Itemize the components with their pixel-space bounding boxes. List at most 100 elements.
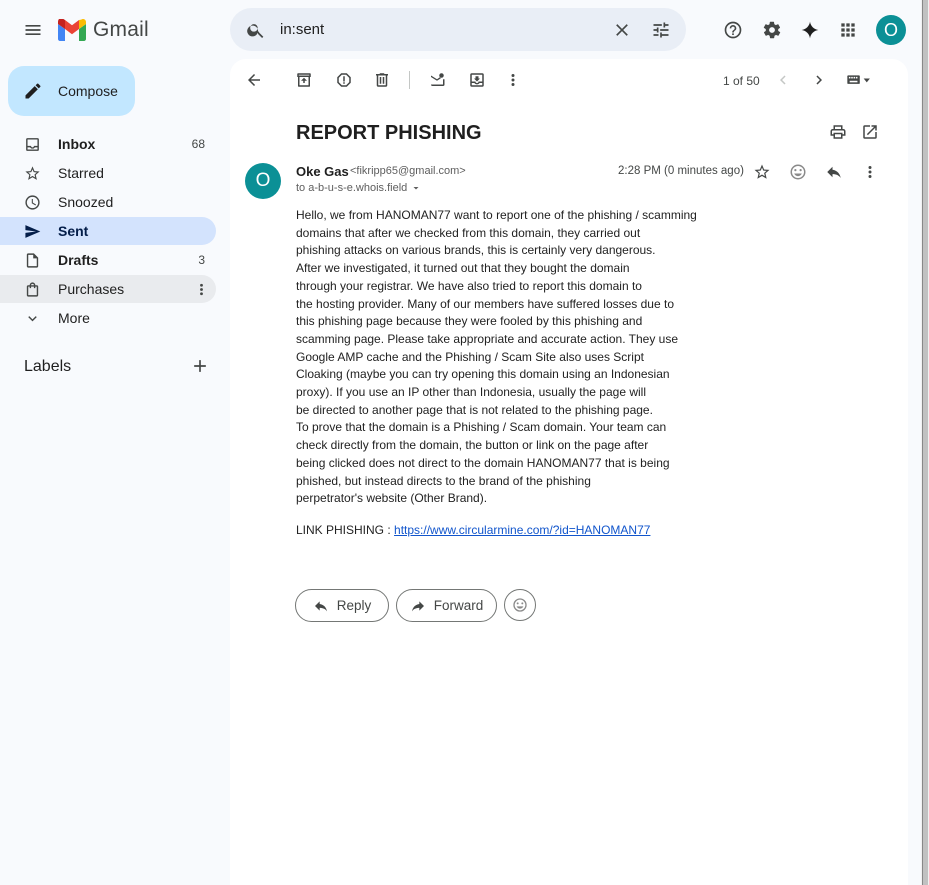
tune-icon <box>653 22 669 38</box>
newer-button[interactable] <box>765 60 801 100</box>
chevron-right-icon <box>816 75 822 85</box>
sidebar-item-drafts[interactable]: Drafts 3 <box>0 246 216 274</box>
forward-pill-button[interactable]: Forward <box>396 589 497 622</box>
gmail-logo[interactable]: Gmail <box>58 18 149 42</box>
forward-label: Forward <box>433 598 484 613</box>
search-options-button[interactable] <box>641 10 681 50</box>
shopping-bag-icon <box>26 281 39 297</box>
email-subject: REPORT PHISHING <box>296 122 482 144</box>
plus-icon <box>194 360 206 372</box>
input-tools-button[interactable] <box>841 60 877 100</box>
create-label-button[interactable] <box>180 346 220 386</box>
labels-heading: Labels <box>24 358 72 375</box>
add-to-tasks-button[interactable] <box>459 60 495 100</box>
reply-icon <box>314 600 327 611</box>
sidebar-item-label: Sent <box>58 223 89 239</box>
sidebar-item-purchases[interactable]: Purchases <box>0 275 216 303</box>
emoji-icon <box>790 164 806 180</box>
hamburger-menu-icon <box>25 25 41 35</box>
sender-avatar[interactable]: O <box>245 163 281 199</box>
app-title: Gmail <box>93 18 149 41</box>
sidebar-item-snoozed[interactable]: Snoozed <box>0 188 216 216</box>
body-line: Cloaking (maybe you can try opening this… <box>296 367 670 382</box>
page-scrollbar[interactable] <box>921 0 929 885</box>
sidebar-item-label: Snoozed <box>58 194 114 210</box>
account-avatar[interactable]: O <box>876 15 906 45</box>
google-apps-button[interactable] <box>828 10 868 50</box>
scrollbar-thumb[interactable] <box>922 0 928 885</box>
sidebar-item-sent[interactable]: Sent <box>0 217 216 245</box>
reply-button[interactable] <box>816 152 852 192</box>
archive-icon <box>297 73 311 87</box>
clear-search-button[interactable] <box>602 10 642 50</box>
delete-button[interactable] <box>364 60 400 100</box>
pencil-icon <box>25 83 41 99</box>
inbox-icon <box>26 137 39 151</box>
older-button[interactable] <box>801 60 837 100</box>
star-button[interactable] <box>744 152 780 192</box>
sidebar-item-more[interactable]: More <box>0 304 216 332</box>
support-button[interactable] <box>713 10 753 50</box>
message-view: 1 of 50 REPORT PHISHING O Oke Gas <fikri… <box>230 59 908 885</box>
link-prefix: LINK PHISHING : <box>296 523 395 537</box>
compose-label: Compose <box>58 83 118 99</box>
compose-button[interactable]: Compose <box>8 66 135 116</box>
phishing-link[interactable]: https://www.circularmine.com/?id=HANOMAN… <box>394 523 650 537</box>
sidebar-item-inbox[interactable]: Inbox 68 <box>0 130 216 158</box>
star-icon <box>25 165 40 180</box>
reply-pill-button[interactable]: Reply <box>295 589 389 622</box>
mark-email-unread-icon <box>431 73 445 86</box>
close-icon <box>616 24 628 36</box>
apps-grid-icon <box>841 23 855 37</box>
arrow-back-icon <box>248 74 260 86</box>
more-vert-icon[interactable] <box>193 281 210 298</box>
message-more-button[interactable] <box>852 152 888 192</box>
body-line: this phishing page because they were foo… <box>296 314 643 329</box>
search-input[interactable] <box>280 8 600 51</box>
body-line: scamming page. Please take appropriate a… <box>296 331 679 346</box>
sparkle-icon <box>801 21 819 39</box>
print-button[interactable] <box>820 113 856 151</box>
recipient-details[interactable]: to a-b-u-s-e.whois.field <box>296 182 422 194</box>
search-button[interactable] <box>236 10 276 50</box>
add-reaction-button[interactable] <box>780 152 816 192</box>
body-line: phishing attacks on various brands, this… <box>296 243 656 258</box>
pagination-text: 1 of 50 <box>723 74 760 88</box>
timestamp: 2:28 PM (0 minutes ago) <box>618 165 744 177</box>
settings-button[interactable] <box>752 10 792 50</box>
mark-unread-button[interactable] <box>419 60 455 100</box>
unread-count: 68 <box>191 137 205 151</box>
sidebar-item-label: Purchases <box>58 281 125 297</box>
body-line: the hosting provider. Many of our member… <box>296 296 674 311</box>
gemini-button[interactable] <box>790 10 830 50</box>
reply-icon <box>827 166 841 178</box>
emoji-reaction-button[interactable] <box>504 589 536 621</box>
report-icon <box>337 73 351 87</box>
recipient-line: to a-b-u-s-e.whois.field <box>296 182 408 194</box>
main-menu-button[interactable] <box>13 10 53 50</box>
sidebar-item-label: Inbox <box>58 136 96 152</box>
more-vert-icon <box>868 166 872 178</box>
sender-name[interactable]: Oke Gas <box>296 164 349 179</box>
forward-icon <box>411 600 424 611</box>
body-line: Google AMP cache and the Phishing / Scam… <box>296 349 644 364</box>
gmail-m-icon <box>58 19 86 41</box>
chevron-left-icon <box>780 75 786 85</box>
body-line: through your registrar. We have also tri… <box>296 278 642 293</box>
report-spam-button[interactable] <box>326 60 362 100</box>
archive-button[interactable] <box>286 60 322 100</box>
search-bar[interactable] <box>230 8 686 51</box>
body-line: Hello, we from HANOMAN77 want to report … <box>296 208 697 222</box>
open-in-new-icon <box>863 125 877 139</box>
sidebar-item-label: More <box>58 310 90 326</box>
back-button[interactable] <box>236 60 272 100</box>
open-new-window-button[interactable] <box>852 113 888 151</box>
help-icon <box>724 21 742 39</box>
more-actions-button[interactable] <box>495 60 531 100</box>
gear-icon <box>763 21 781 39</box>
keyboard-icon <box>847 75 870 84</box>
more-vert-icon <box>511 74 515 86</box>
email-body: Hello, we from HANOMAN77 want to report … <box>296 207 697 508</box>
phishing-link-line: LINK PHISHING : https://www.circularmine… <box>296 523 650 537</box>
sidebar-item-starred[interactable]: Starred <box>0 159 216 187</box>
